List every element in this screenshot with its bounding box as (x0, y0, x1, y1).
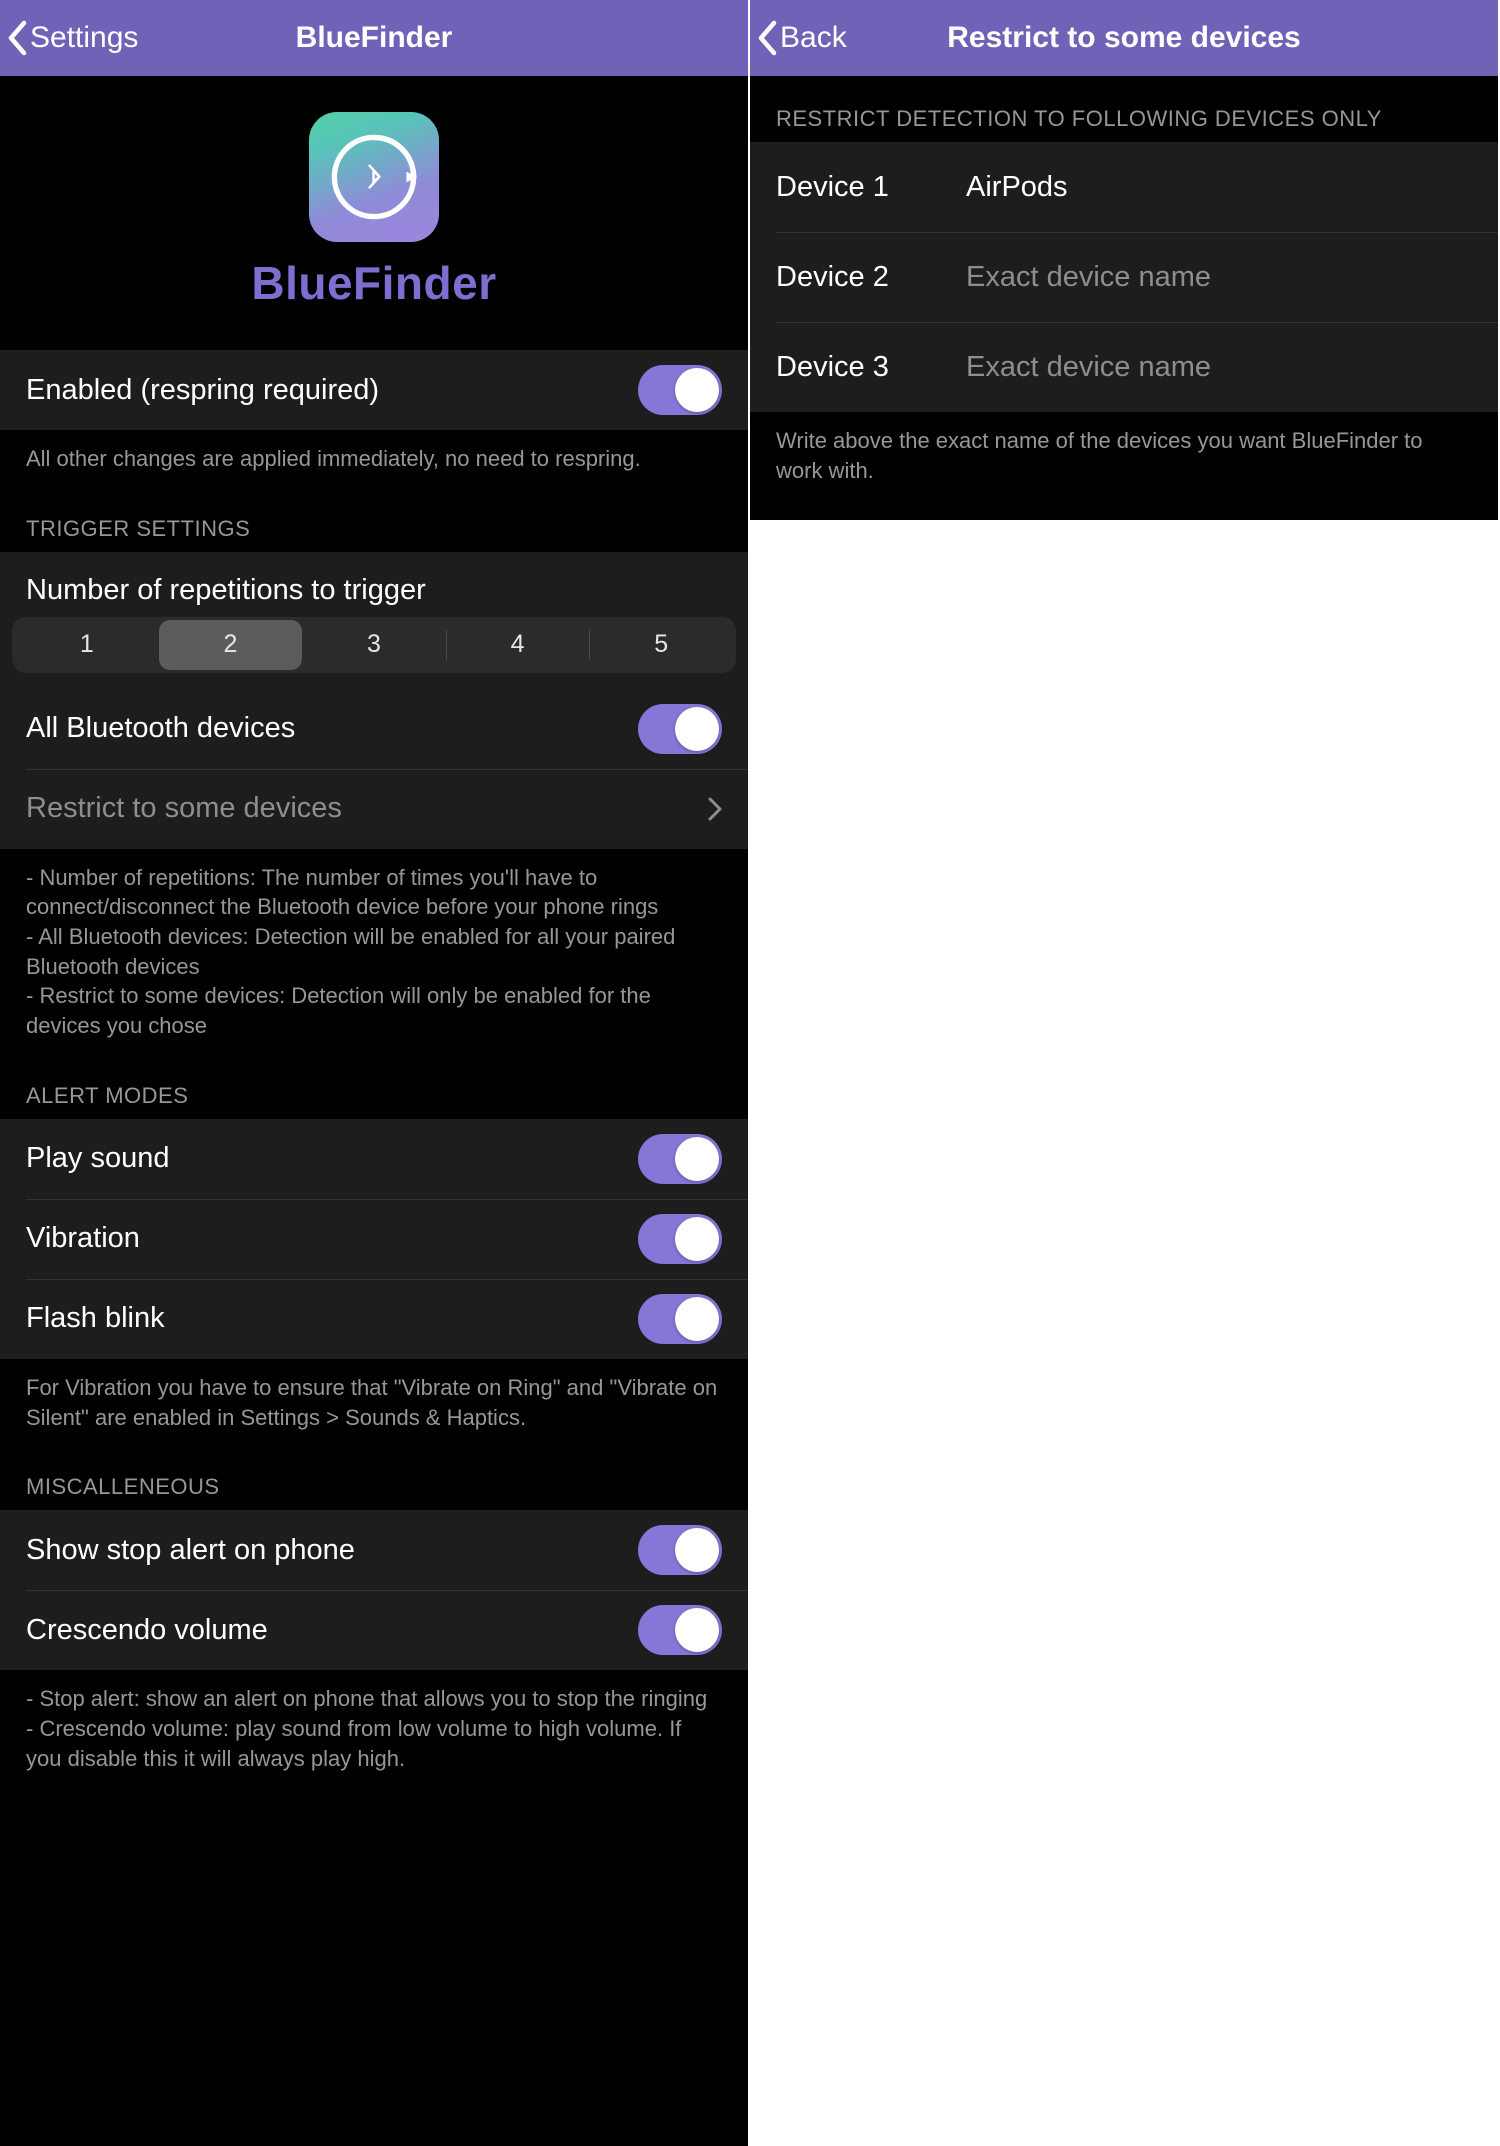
device-name-input[interactable] (966, 261, 1472, 294)
reps-segmented: 12345 (12, 617, 736, 673)
logo-text: BlueFinder (251, 256, 496, 310)
stop-alert-label: Show stop alert on phone (26, 1534, 355, 1567)
alert-footer: For Vibration you have to ensure that "V… (0, 1359, 748, 1454)
enabled-group: Enabled (respring required) (0, 350, 748, 430)
restrict-devices-cell[interactable]: Restrict to some devices (0, 769, 748, 849)
all-devices-cell: All Bluetooth devices (0, 689, 748, 769)
misc-header: MISCALLENEOUS (0, 1454, 748, 1510)
misc-footer: - Stop alert: show an alert on phone tha… (0, 1670, 748, 1795)
back-label: Settings (30, 21, 138, 55)
stop-alert-toggle[interactable] (638, 1525, 722, 1575)
crescendo-toggle[interactable] (638, 1605, 722, 1655)
alert-group: Play sound Vibration Flash blink (0, 1119, 748, 1359)
enabled-label: Enabled (respring required) (26, 374, 379, 407)
crescendo-cell: Crescendo volume (0, 1590, 748, 1670)
play-sound-cell: Play sound (0, 1119, 748, 1199)
device-row-2: Device 2 (750, 232, 1498, 322)
trigger-group: Number of repetitions to trigger 12345 A… (0, 552, 748, 849)
navbar-main: Settings BlueFinder (0, 0, 748, 76)
device-row-1: Device 1 (750, 142, 1498, 232)
navbar-restrict: Back Restrict to some devices (750, 0, 1498, 76)
flash-label: Flash blink (26, 1302, 165, 1335)
back-label: Back (780, 21, 847, 55)
play-sound-toggle[interactable] (638, 1134, 722, 1184)
restrict-footer: Write above the exact name of the device… (750, 412, 1498, 507)
device-key: Device 1 (776, 171, 926, 204)
app-icon (309, 112, 439, 242)
chevron-left-icon (6, 20, 28, 56)
reps-segmented-wrap: 12345 (0, 617, 748, 689)
app-logo-block: BlueFinder (0, 76, 748, 350)
misc-group: Show stop alert on phone Crescendo volum… (0, 1510, 748, 1670)
back-button[interactable]: Back (750, 20, 847, 56)
play-sound-label: Play sound (26, 1142, 170, 1175)
device-name-input[interactable] (966, 171, 1472, 204)
back-to-settings-button[interactable]: Settings (0, 20, 138, 56)
nav-title: Restrict to some devices (750, 21, 1498, 55)
crescendo-label: Crescendo volume (26, 1614, 268, 1647)
vibration-cell: Vibration (0, 1199, 748, 1279)
restrict-devices-label: Restrict to some devices (26, 792, 342, 825)
enabled-cell: Enabled (respring required) (0, 350, 748, 430)
reps-segment-5[interactable]: 5 (589, 620, 733, 670)
vibration-label: Vibration (26, 1222, 140, 1255)
reps-label: Number of repetitions to trigger (0, 552, 748, 617)
settings-pane-main: Settings BlueFinder BlueFinder Enabled (… (0, 0, 750, 2146)
chevron-right-icon (708, 797, 722, 821)
settings-pane-restrict: Back Restrict to some devices RESTRICT D… (750, 0, 1498, 520)
vibration-toggle[interactable] (638, 1214, 722, 1264)
all-devices-label: All Bluetooth devices (26, 712, 295, 745)
flash-cell: Flash blink (0, 1279, 748, 1359)
devices-group: Device 1 Device 2 Device 3 (750, 142, 1498, 412)
all-devices-toggle[interactable] (638, 704, 722, 754)
device-name-input[interactable] (966, 351, 1472, 384)
device-row-3: Device 3 (750, 322, 1498, 412)
trigger-footer: - Number of repetitions: The number of t… (0, 849, 748, 1063)
reps-segment-4[interactable]: 4 (446, 620, 590, 670)
alert-header: ALERT MODES (0, 1063, 748, 1119)
enabled-footer: All other changes are applied immediatel… (0, 430, 748, 496)
restrict-header: RESTRICT DETECTION TO FOLLOWING DEVICES … (750, 76, 1498, 142)
device-key: Device 2 (776, 261, 926, 294)
flash-toggle[interactable] (638, 1294, 722, 1344)
chevron-left-icon (756, 20, 778, 56)
trigger-header: TRIGGER SETTINGS (0, 496, 748, 552)
reps-segment-2[interactable]: 2 (159, 620, 303, 670)
enabled-toggle[interactable] (638, 365, 722, 415)
device-key: Device 3 (776, 351, 926, 384)
reps-segment-1[interactable]: 1 (15, 620, 159, 670)
main-scroll[interactable]: BlueFinder Enabled (respring required) A… (0, 76, 748, 2146)
reps-segment-3[interactable]: 3 (302, 620, 446, 670)
stop-alert-cell: Show stop alert on phone (0, 1510, 748, 1590)
